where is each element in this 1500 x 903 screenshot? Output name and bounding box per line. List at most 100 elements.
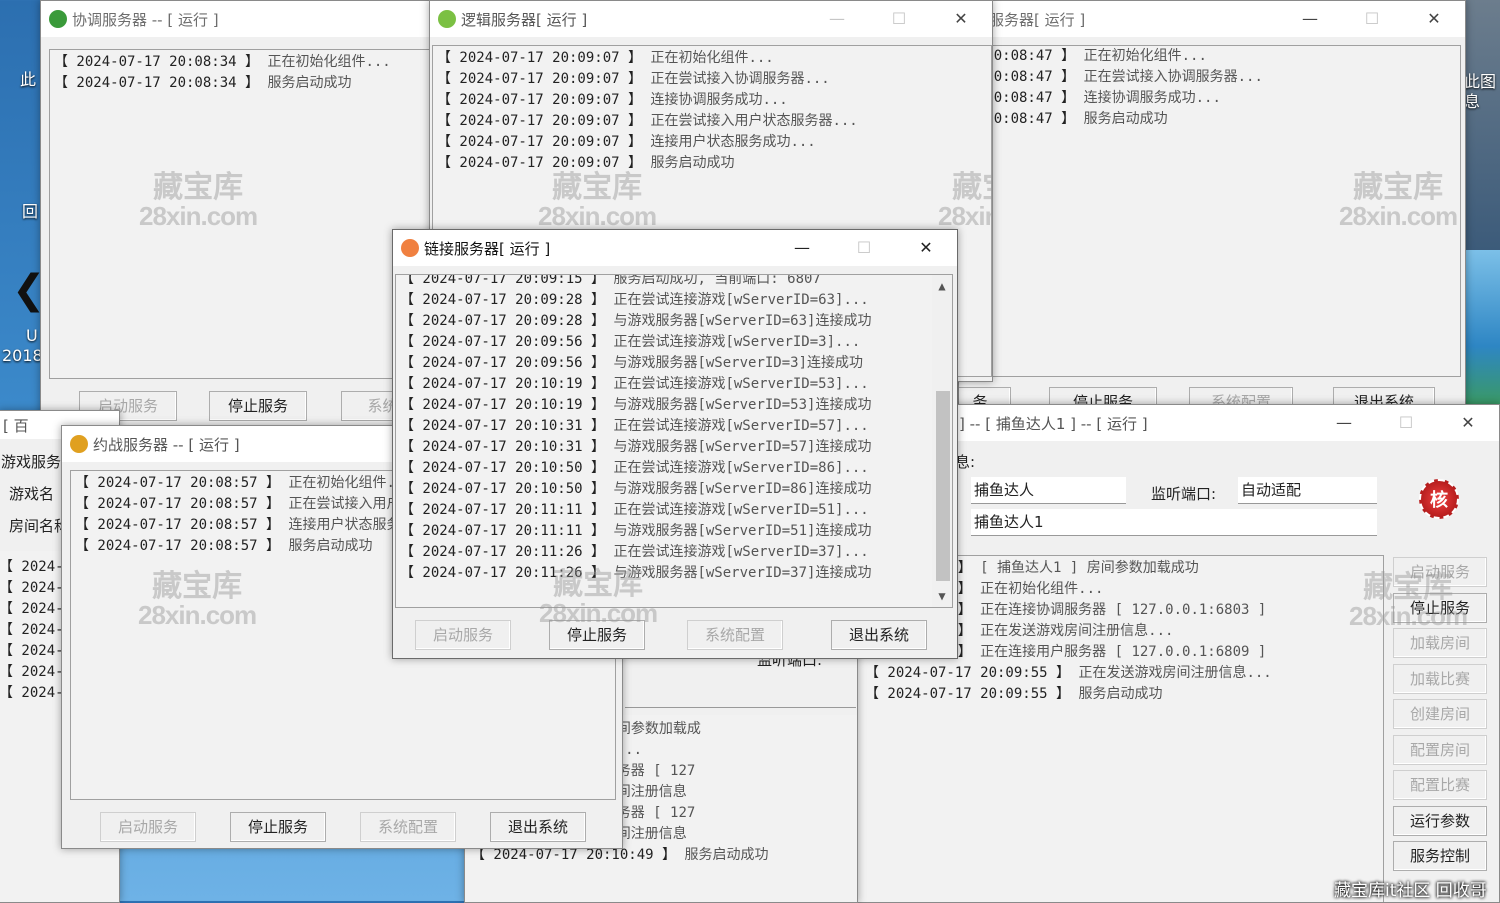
minimize-icon[interactable]: — <box>771 230 833 266</box>
log-panel: 17 20:08:47 】 正在初始化组件... 17 20:08:47 】 正在… <box>959 45 1461 377</box>
log-date: 【 2024-07-17 20:10:19 】 <box>400 376 606 392</box>
maximize-icon[interactable]: ☐ <box>1341 1 1403 37</box>
log-line: 【 2024-07-17 20:09:07 】 服务启动成功 <box>437 153 991 174</box>
log-line: 【 2024-07-17 20:08:34 】 正在初始化组件... <box>54 52 461 73</box>
window-title: 链接服务器[ 运行 ] <box>424 239 551 258</box>
run-params-button[interactable]: 运行参数 <box>1393 805 1487 836</box>
log-message: 连接协调服务成功... <box>1083 90 1221 106</box>
start-button[interactable]: 启动服务 <box>1393 557 1487 587</box>
log-date: 【 2024-07-17 20:11:26 】 <box>400 565 606 581</box>
log-date: 【 2024-07-17 20:10:50 】 <box>400 481 606 497</box>
close-icon[interactable]: ✕ <box>1437 405 1499 441</box>
log-date: 【 2024-07-17 20:10:31 】 <box>400 439 606 455</box>
log-line: 【 2024-07-17 20:09:56 】 正在尝试连接游戏[wServer… <box>400 332 871 353</box>
load-room-button[interactable]: 加载房间 <box>1393 628 1487 658</box>
close-icon[interactable]: ✕ <box>930 1 992 37</box>
minimize-icon[interactable]: — <box>806 1 868 37</box>
info-label: 息: <box>955 453 976 471</box>
maximize-icon[interactable]: ☐ <box>868 1 930 37</box>
load-match-button[interactable]: 加载比赛 <box>1393 663 1487 694</box>
log-date: 【 2024-07-17 20:10:31 】 <box>400 418 606 434</box>
log-message: 正在连接用户服务器 [ 127.0.0.1:6809 ] <box>980 644 1267 660</box>
log-message: 与游戏服务器[wServerID=86]连接成功 <box>613 481 872 497</box>
service-control-button[interactable]: 服务控制 <box>1393 841 1487 871</box>
log-date: 【 2024-07-17 20:09:15 】 <box>400 274 606 287</box>
exit-button[interactable]: 退出系统 <box>831 620 927 650</box>
log-message: 服务启动成功 <box>1083 111 1168 127</box>
title-bar[interactable]: 服务器[ 运行 ] — ☐ ✕ <box>959 1 1465 37</box>
log-date: 【 2024-07-17 20:10:49 】 <box>471 847 677 863</box>
stop-button[interactable]: 停止服务 <box>549 620 645 650</box>
log-line: 【 2024-07-17 20:11:11 】 正在尝试连接游戏[wServer… <box>400 500 871 521</box>
log-message: 正在连接协调服务器 [ 127.0.0.1:6803 ] <box>980 602 1267 618</box>
room-name-field[interactable]: 捕鱼达人1 <box>971 509 1377 536</box>
log-line: 【 2024-07-17 20:09:55 】 正在发送游戏房间注册信息... <box>865 663 1383 684</box>
log-date: 【 2024-07-17 20:09:28 】 <box>400 292 606 308</box>
minimize-icon[interactable]: — <box>1313 405 1375 441</box>
create-room-button[interactable]: 创建房间 <box>1393 699 1487 729</box>
scrollbar[interactable]: ▲ ▼ <box>932 275 952 607</box>
log-message: 与游戏服务器[wServerID=63]连接成功 <box>613 313 872 329</box>
log-line: 【 2024-07-17 20:10:50 】 正在尝试连接游戏[wServer… <box>400 458 871 479</box>
log-message: 连接用户状态服务成功... <box>650 134 816 150</box>
log-line: 【 2024-07-17 20:09:15 】 服务启动成功, 当前端口: 68… <box>400 274 871 290</box>
config-match-button[interactable]: 配置比赛 <box>1393 770 1487 800</box>
log-message: 正在尝试接入用户状态服务器... <box>650 113 858 129</box>
listen-port-label: 监听端口: <box>1151 485 1217 503</box>
maximize-icon[interactable]: ☐ <box>833 230 895 266</box>
log-message: 与游戏服务器[wServerID=37]连接成功 <box>613 565 872 581</box>
server-window-link: 链接服务器[ 运行 ] — ☐ ✕ 【 2024-07-17 20:09:15 … <box>392 229 958 659</box>
log-line: 【 2024-07-17 20:10:50 】 与游戏服务器[wServerID… <box>400 479 871 500</box>
title-bar[interactable]: 逻辑服务器[ 运行 ] — ☐ ✕ <box>430 1 992 37</box>
room-field[interactable] <box>625 681 856 708</box>
config-button[interactable]: 系统配置 <box>360 812 456 842</box>
log-message: 正在尝试连接游戏[wServerID=3]... <box>613 334 861 350</box>
log-line: 17 20:08:47 】 正在初始化组件... <box>960 46 1460 67</box>
log-message: 正在初始化组件... <box>267 54 391 70</box>
stop-button[interactable]: 停止服务 <box>230 812 326 842</box>
config-room-button[interactable]: 配置房间 <box>1393 734 1487 765</box>
exit-button[interactable]: 退出系统 <box>490 812 586 842</box>
server-window-third: 服务器[ 运行 ] — ☐ ✕ 17 20:08:47 】 正在初始化组件...… <box>958 0 1466 412</box>
desktop-icon-label[interactable]: 此 <box>20 66 36 90</box>
scroll-down-icon[interactable]: ▼ <box>934 587 950 605</box>
minimize-icon[interactable]: — <box>1279 1 1341 37</box>
title-bar[interactable]: 协调服务器 -- [ 运行 ] <box>41 1 461 37</box>
window-title: 逻辑服务器[ 运行 ] <box>461 10 588 29</box>
stop-button[interactable]: 停止服务 <box>1393 592 1487 623</box>
log-line: 17 20:08:47 】 正在尝试接入协调服务器... <box>960 67 1460 88</box>
log-message: 正在初始化组件... <box>1083 48 1207 64</box>
log-date: 【 2024-07-17 20:09:07 】 <box>437 92 643 108</box>
close-icon[interactable]: ✕ <box>1403 1 1465 37</box>
window-title: 服务器[ 运行 ] <box>989 10 1086 29</box>
log-line: 【 2024-07-17 20:10:31 】 正在尝试连接游戏[wServer… <box>400 416 871 437</box>
config-button[interactable]: 系统配置 <box>687 620 783 650</box>
start-button[interactable]: 启动服务 <box>100 812 196 842</box>
stop-button[interactable]: 停止服务 <box>209 391 307 421</box>
log-message: 与游戏服务器[wServerID=3]连接成功 <box>613 355 864 371</box>
log-line: 【 2024-07-17 20:09:28 】 正在尝试连接游戏[wServer… <box>400 290 871 311</box>
log-line: 【 2024-07-17 20:09:07 】 正在初始化组件... <box>437 48 991 69</box>
log-message: 正在初始化组件... <box>650 50 774 66</box>
scroll-thumb[interactable] <box>936 391 950 581</box>
title-bar[interactable]: 链接服务器[ 运行 ] — ☐ ✕ <box>393 230 957 266</box>
maximize-icon[interactable]: ☐ <box>1375 405 1437 441</box>
log-line: 17 20:08:47 】 连接协调服务成功... <box>960 88 1460 109</box>
app-icon <box>70 435 88 453</box>
scroll-up-icon[interactable]: ▲ <box>934 277 950 295</box>
log-message: 服务启动成功 <box>684 847 769 863</box>
desktop-icon-label[interactable]: 2018 <box>2 346 43 365</box>
desktop-icon-label[interactable]: U <box>26 326 38 345</box>
game-logo-icon: 核 <box>1419 479 1459 519</box>
log-line: 【 2024-07-17 20:08:34 】 服务启动成功 <box>54 73 461 94</box>
start-button[interactable]: 启动服务 <box>415 620 511 650</box>
close-icon[interactable]: ✕ <box>895 230 957 266</box>
log-message: 正在尝试接入用户 <box>288 496 401 512</box>
log-date: 【 2024-07-17 20:11:11 】 <box>400 523 606 539</box>
log-date: 【 2024-07-17 20:10:50 】 <box>400 460 606 476</box>
desktop-icon-label[interactable]: 回 <box>22 198 38 222</box>
listen-port-field[interactable]: 自动适配 <box>1238 477 1377 504</box>
log-date: 【 2024-07-17 20:09:07 】 <box>437 50 643 66</box>
game-name-field[interactable]: 捕鱼达人 <box>971 477 1126 504</box>
log-line: 17 20:08:47 】 服务启动成功 <box>960 109 1460 130</box>
